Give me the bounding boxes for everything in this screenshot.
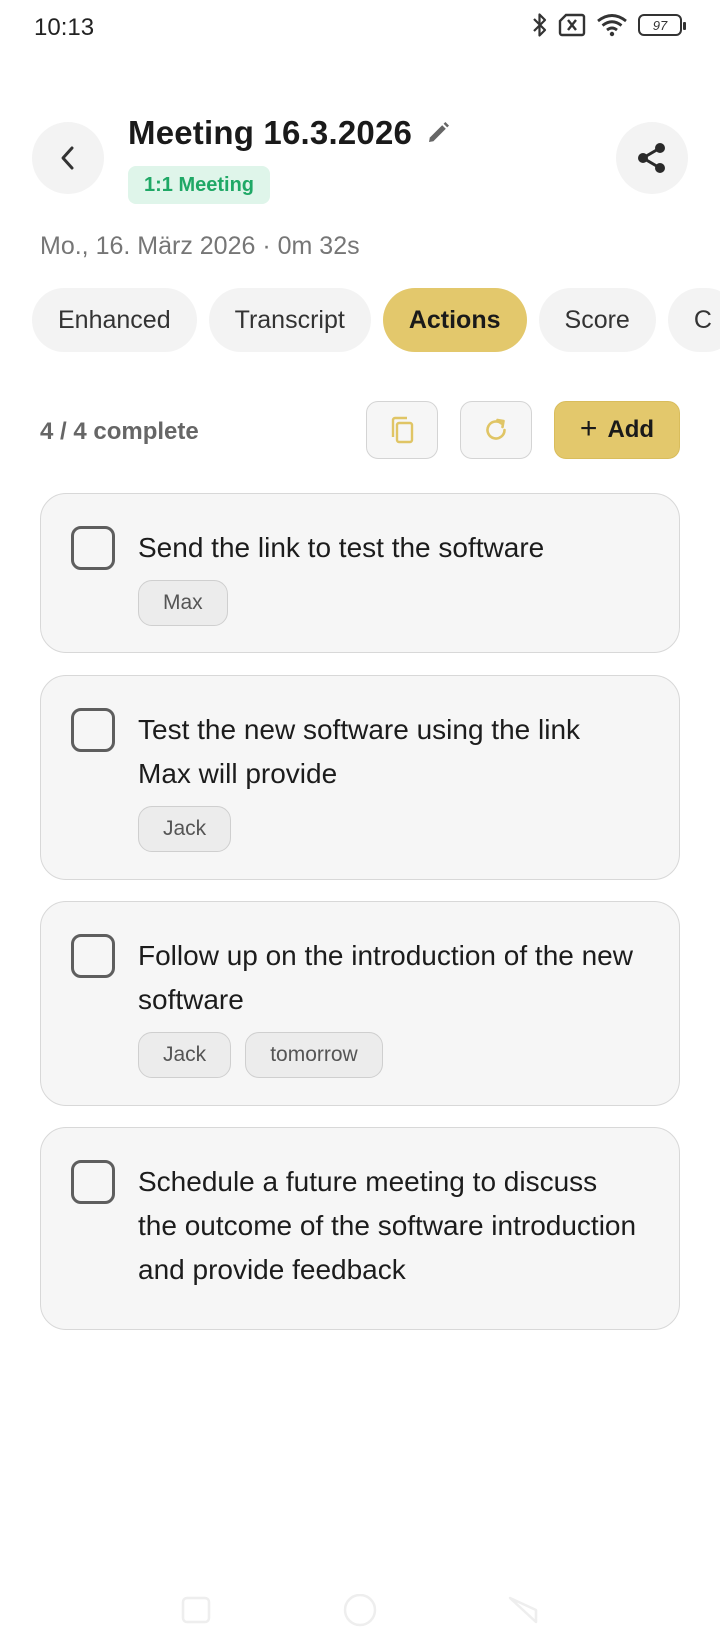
status-icons: 97: [532, 12, 686, 38]
circle-icon: [343, 1593, 377, 1627]
screen: 10:13 97 Meeting 16.3.2026 1:1 Meeting M…: [0, 0, 720, 1650]
action-checkbox[interactable]: [71, 526, 115, 570]
edit-title-button[interactable]: [426, 121, 450, 145]
meeting-date-line: Mo., 16. März 2026 · 0m 32s: [40, 232, 360, 261]
assignee-tag: Jack: [138, 1032, 232, 1078]
share-button[interactable]: [616, 122, 688, 194]
action-item: Follow up on the introduction of the new…: [40, 901, 680, 1106]
action-item: Test the new software using the link Max…: [40, 675, 680, 880]
tab-bar: Enhanced Transcript Actions Score C: [32, 288, 720, 352]
complete-count: 4 / 4 complete: [40, 418, 199, 445]
copy-icon: [391, 416, 414, 444]
action-tags: Jack tomorrow: [138, 1032, 383, 1078]
navigation-bar: [0, 1580, 720, 1650]
tab-transcript[interactable]: Transcript: [208, 288, 371, 352]
refresh-button[interactable]: [460, 401, 532, 459]
add-action-button[interactable]: + Add: [554, 401, 680, 459]
copy-button[interactable]: [366, 401, 438, 459]
meeting-duration: · 0m 32s: [262, 232, 360, 260]
action-checkbox[interactable]: [71, 708, 115, 752]
home-button[interactable]: [340, 1593, 380, 1639]
tab-actions[interactable]: Actions: [382, 288, 527, 352]
title-row: Meeting 16.3.2026: [128, 114, 450, 152]
status-time: 10:13: [34, 14, 95, 41]
action-text: Schedule a future meeting to discuss the…: [138, 1166, 637, 1285]
tab-score[interactable]: Score: [538, 288, 656, 352]
pencil-icon: [429, 122, 450, 142]
action-text: Test the new software using the link Max…: [138, 714, 581, 789]
sim-off-icon: [558, 13, 586, 37]
action-item: Schedule a future meeting to discuss the…: [40, 1127, 680, 1330]
action-item: Send the link to test the software Max: [40, 493, 680, 653]
wifi-icon: [596, 13, 628, 37]
share-icon: [638, 143, 665, 173]
action-text: Follow up on the introduction of the new…: [138, 940, 633, 1015]
meeting-type-badge: 1:1 Meeting: [128, 166, 271, 204]
recent-apps-button[interactable]: [180, 1594, 212, 1631]
plus-icon: +: [579, 411, 598, 445]
meeting-date: Mo., 16. März 2026: [40, 232, 256, 260]
page-title: Meeting 16.3.2026: [128, 114, 413, 151]
action-tags: Max: [138, 580, 228, 626]
action-tags: Jack: [138, 806, 232, 852]
square-icon: [181, 1596, 211, 1624]
add-action-label: Add: [607, 416, 655, 443]
chevron-left-icon: [61, 146, 74, 170]
action-text: Send the link to test the software: [138, 532, 545, 563]
due-date-tag: tomorrow: [245, 1032, 383, 1078]
action-checkbox[interactable]: [71, 934, 115, 978]
tab-overflow[interactable]: C: [667, 288, 720, 352]
triangle-back-icon: [508, 1596, 538, 1624]
tab-enhanced[interactable]: Enhanced: [32, 288, 197, 352]
back-button[interactable]: [32, 122, 104, 194]
status-bar: 10:13 97: [0, 0, 720, 56]
refresh-icon: [486, 418, 506, 440]
battery-icon: 97: [638, 14, 686, 36]
bluetooth-icon: [532, 12, 548, 38]
action-checkbox[interactable]: [71, 1160, 115, 1204]
back-nav-button[interactable]: [506, 1594, 540, 1631]
assignee-tag: Max: [138, 580, 228, 626]
assignee-tag: Jack: [138, 806, 232, 852]
